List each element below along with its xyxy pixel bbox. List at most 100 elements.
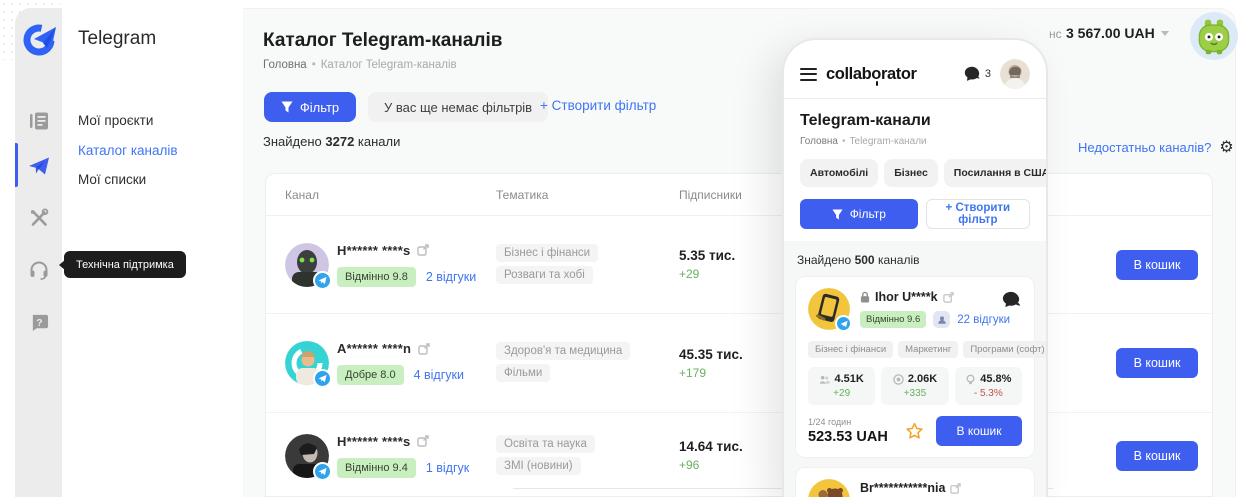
theme-tag: Фільми — [496, 364, 550, 382]
external-link-icon[interactable] — [418, 343, 430, 355]
chip-business[interactable]: Бізнес — [884, 159, 938, 187]
views-stat: 2.06K +335 — [881, 367, 948, 405]
channel-name[interactable]: Ihor U****k — [875, 290, 938, 304]
external-link-icon[interactable] — [943, 292, 954, 303]
support-headset-icon[interactable] — [28, 258, 50, 280]
sidebar-item-channel-catalog[interactable]: Каталог каналів — [78, 143, 178, 158]
found-count: Знайдено 3272 канали — [263, 134, 400, 149]
support-tooltip: Технічна підтримка — [64, 251, 186, 278]
phone-create-filter-button[interactable]: + Створити фільтр — [926, 199, 1030, 229]
phone-mockup: collaborator 3 Telegram-канали Головна•T… — [782, 38, 1048, 497]
phone-filter-button[interactable]: Фільтр — [800, 199, 918, 229]
channel-card: Br***********nia Відмінно 9.8 18 відгукі… — [795, 467, 1035, 497]
user-avatar[interactable] — [1000, 59, 1030, 89]
create-filter-button[interactable]: + Створити фільтр — [540, 98, 656, 113]
gear-icon[interactable]: ⚙ — [1219, 139, 1233, 155]
sidebar-item-my-lists[interactable]: Мої списки — [78, 172, 146, 187]
icon-rail: ? — [15, 8, 62, 497]
verified-person-icon — [933, 311, 950, 328]
channel-avatar[interactable] — [285, 341, 329, 385]
external-link-icon[interactable] — [950, 483, 961, 494]
channel-stats: 4.51K +29 2.06K +335 45.8% - — [808, 367, 1022, 405]
favorite-star-icon[interactable] — [905, 422, 924, 441]
channel-avatar[interactable] — [808, 479, 850, 497]
telegram-badge-icon — [313, 271, 332, 290]
table-row: H****** ****s Відмінно 9.4 1 відгук Осві… — [266, 413, 1212, 497]
chat-button[interactable]: 3 — [963, 65, 991, 83]
filter-button[interactable]: Фільтр — [264, 92, 356, 122]
sidebar-item-my-projects[interactable]: Мої проєкти — [78, 113, 153, 128]
subscribers-icon — [819, 374, 830, 385]
external-link-icon[interactable] — [417, 244, 429, 256]
add-to-cart-button[interactable]: В кошик — [1116, 348, 1198, 378]
collaborator-wordmark: collaborator — [826, 65, 917, 84]
channel-avatar[interactable] — [285, 434, 329, 478]
help-icon[interactable]: ? — [28, 311, 50, 333]
chip-cars[interactable]: Автомобілі — [800, 159, 878, 187]
theme-tag: Бізнес і фінанси — [808, 341, 893, 358]
table-row: H****** ****s Відмінно 9.8 2 відгуки Біз… — [266, 216, 1212, 314]
reviews-link[interactable]: 2 відгуки — [426, 270, 476, 284]
telegram-badge-icon — [835, 315, 852, 332]
add-to-cart-button[interactable]: В кошик — [1116, 441, 1198, 471]
reviews-link[interactable]: 4 відгуки — [414, 368, 464, 382]
chip-usa-links[interactable]: Посилання в США — [944, 159, 1048, 187]
channel-name[interactable]: A****** ****n — [337, 341, 411, 356]
channel-avatar[interactable] — [285, 243, 329, 287]
phone-header: collaborator 3 — [800, 40, 1030, 90]
reviews-link[interactable]: 1 відгук — [426, 461, 469, 475]
table-row: A****** ****n Добре 8.0 4 відгуки Здоров… — [266, 314, 1212, 413]
phone-found-count: Знайдено 500 каналів — [795, 253, 1035, 267]
rating-badge: Добре 8.0 — [337, 365, 404, 385]
sidebar-title: Telegram — [78, 28, 156, 50]
tools-icon[interactable] — [28, 207, 50, 229]
theme-tags: Бізнес і фінанси Маркетинг Програми (соф… — [808, 341, 1022, 358]
channel-name[interactable]: Br***********nia — [860, 481, 945, 495]
rating-badge: Відмінно 9.8 — [337, 267, 416, 287]
external-link-icon[interactable] — [417, 435, 429, 447]
col-channel: Канал — [285, 188, 496, 202]
phone-page-title: Telegram-канали — [800, 112, 1030, 130]
lock-icon — [860, 291, 870, 303]
channel-avatar[interactable] — [808, 288, 850, 330]
er-stat: 45.8% - 5.3% — [955, 367, 1022, 405]
telegram-catalog-icon[interactable] — [28, 155, 50, 177]
channel-name[interactable]: H****** ****s — [337, 434, 410, 449]
projects-icon[interactable] — [28, 110, 50, 132]
active-nav-indicator — [15, 143, 18, 187]
mascot-avatar[interactable] — [1190, 12, 1238, 60]
telegram-badge-icon — [313, 462, 332, 481]
add-to-cart-button[interactable]: В кошик — [936, 416, 1022, 446]
funnel-icon — [832, 209, 843, 220]
breadcrumb-home[interactable]: Головна — [800, 136, 838, 147]
chat-count: 3 — [985, 68, 991, 80]
breadcrumb-home[interactable]: Головна — [263, 59, 307, 71]
col-theme: Тематика — [496, 188, 679, 202]
page-title: Каталог Telegram-каналів — [263, 30, 502, 52]
funnel-icon — [281, 101, 293, 113]
price-period: 1/24 годин — [808, 417, 888, 427]
not-enough-channels-link[interactable]: Недостатньо каналів? — [1078, 140, 1211, 155]
divider — [784, 98, 1046, 99]
not-enough-channels: Недостатньо каналів? ⚙ — [1078, 139, 1234, 155]
rating-badge: Відмінно 9.4 — [337, 458, 416, 478]
menu-icon[interactable] — [800, 68, 817, 81]
chat-icon[interactable] — [1001, 290, 1022, 316]
balance-label-fragment: нс — [1049, 27, 1062, 41]
chat-icon — [963, 65, 981, 83]
breadcrumb-current: Каталог Telegram-каналів — [321, 59, 457, 71]
balance-dropdown[interactable]: 3 567.00 UAH — [1066, 25, 1169, 41]
subscribers-stat: 4.51K +29 — [808, 367, 875, 405]
channel-name[interactable]: H****** ****s — [337, 243, 410, 258]
add-to-cart-button[interactable]: В кошик — [1116, 250, 1198, 280]
phone-breadcrumb: Головна•Telegram-канали — [800, 136, 1030, 147]
filter-chips: Автомобілі Бізнес Посилання в США — [800, 159, 1030, 187]
rating-badge: Відмінно 9.6 — [860, 311, 926, 328]
theme-tag: Здоров'я та медицина — [496, 342, 630, 360]
price-value: 523.53 UAH — [808, 429, 888, 445]
theme-tag: Освіта та наука — [496, 435, 595, 453]
collaborator-logo-icon[interactable] — [21, 22, 57, 58]
chevron-down-icon — [1161, 31, 1169, 40]
channel-card: Ihor U****k Відмінно 9.6 22 відгуки — [795, 276, 1035, 458]
svg-text:?: ? — [36, 317, 42, 328]
